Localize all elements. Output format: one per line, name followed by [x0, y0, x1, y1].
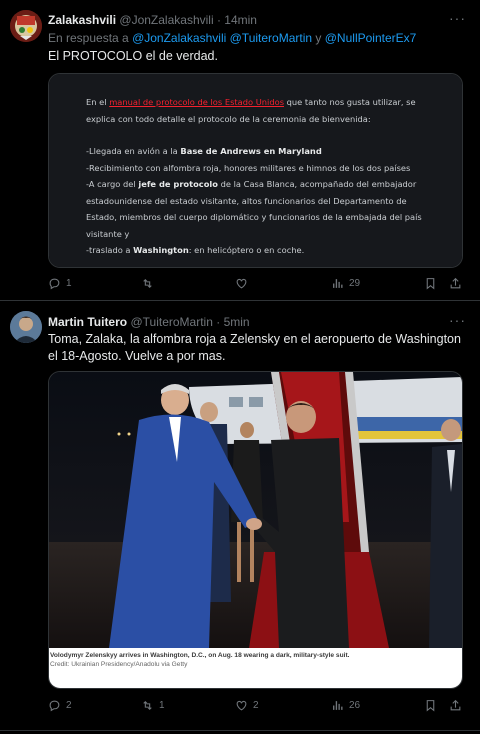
bookmark-button[interactable] [424, 699, 437, 712]
action-bar: 2 1 2 26 [48, 699, 468, 715]
reply-icon [49, 278, 60, 290]
views-button[interactable]: 26 [331, 699, 360, 712]
retweet-icon [143, 278, 152, 289]
display-name[interactable]: Zalakashvili [48, 13, 116, 27]
display-name[interactable]: Martin Tuitero [48, 315, 127, 329]
reply-count: 1 [66, 278, 72, 289]
tweet-tuiteromartin[interactable]: Martin Tuitero @TuiteroMartin · 5min ···… [0, 301, 480, 734]
tweet-divider [0, 730, 480, 731]
photo-zelensky-arrival [49, 372, 462, 648]
reply-button[interactable]: 2 [48, 699, 72, 712]
photo-caption: Volodymyr Zelenskyy arrives in Washingto… [49, 648, 462, 688]
like-icon [236, 278, 247, 289]
tweet-text: El PROTOCOLO el de verdad. [48, 49, 218, 63]
quote-paragraph: En el manual de protocolo de los Estado … [86, 97, 416, 124]
share-icon [450, 699, 461, 711]
like-count: 2 [253, 700, 259, 711]
avatar-image [10, 10, 42, 42]
retweet-count: 1 [159, 700, 165, 711]
share-button[interactable] [449, 277, 462, 290]
handle[interactable]: @JonZalakashvili [119, 13, 213, 27]
bookmark-icon [426, 278, 435, 290]
views-count: 26 [349, 700, 361, 711]
share-icon [450, 277, 461, 289]
timestamp[interactable]: 5min [224, 315, 250, 329]
retweet-button[interactable]: 1 [141, 699, 165, 712]
reply-mention-tuiteromartin[interactable]: @TuiteroMartin [230, 31, 312, 45]
protocol-manual-link[interactable]: manual de protocolo de los Estado Unidos [109, 97, 284, 107]
views-count: 29 [349, 278, 361, 289]
reply-button[interactable]: 1 [48, 277, 72, 290]
avatar-image [10, 311, 42, 343]
avatar[interactable] [10, 311, 42, 343]
like-icon [236, 700, 247, 711]
reply-conjunction: y [315, 31, 322, 45]
separator: · [216, 315, 221, 329]
bookmark-icon [426, 700, 435, 712]
views-icon [333, 701, 343, 710]
tweet-text: Toma, Zalaka, la alfombra roja a Zelensk… [48, 332, 461, 363]
caption-credit: Credit: Ukrainian Presidency/Anadolu via… [50, 661, 188, 668]
action-bar: 1 29 [48, 277, 468, 293]
reply-mention-jonzalakashvili[interactable]: @JonZalakashvili [132, 31, 226, 45]
bookmark-button[interactable] [424, 277, 437, 290]
reply-mention-nullpointerex7[interactable]: @NullPointerEx7 [325, 31, 417, 45]
more-icon[interactable]: ··· [449, 312, 466, 328]
reply-icon [49, 700, 60, 712]
attached-photo[interactable]: Volodymyr Zelenskyy arrives in Washingto… [48, 371, 463, 689]
avatar[interactable] [10, 10, 42, 42]
quote-list: -Llegada en avión a la Base de Andrews e… [86, 146, 422, 255]
reply-count: 2 [66, 700, 72, 711]
caption-main: Volodymyr Zelenskyy arrives in Washingto… [50, 652, 350, 659]
attached-image[interactable]: En el manual de protocolo de los Estado … [48, 73, 463, 268]
share-button[interactable] [449, 699, 462, 712]
tweet-zalakashvili[interactable]: Zalakashvili @JonZalakashvili · 14min ··… [0, 0, 480, 292]
views-icon [333, 279, 343, 288]
quoted-text-block: En el manual de protocolo de los Estado … [49, 74, 462, 267]
handle[interactable]: @TuiteroMartin [130, 315, 212, 329]
timestamp[interactable]: 14min [224, 13, 257, 27]
more-icon[interactable]: ··· [449, 10, 466, 26]
retweet-button[interactable] [141, 277, 159, 290]
views-button[interactable]: 29 [331, 277, 360, 290]
separator: · [216, 13, 221, 27]
like-button[interactable] [235, 277, 253, 290]
reply-prefix: En respuesta a [48, 31, 129, 45]
retweet-icon [143, 700, 152, 711]
like-button[interactable]: 2 [235, 699, 259, 712]
